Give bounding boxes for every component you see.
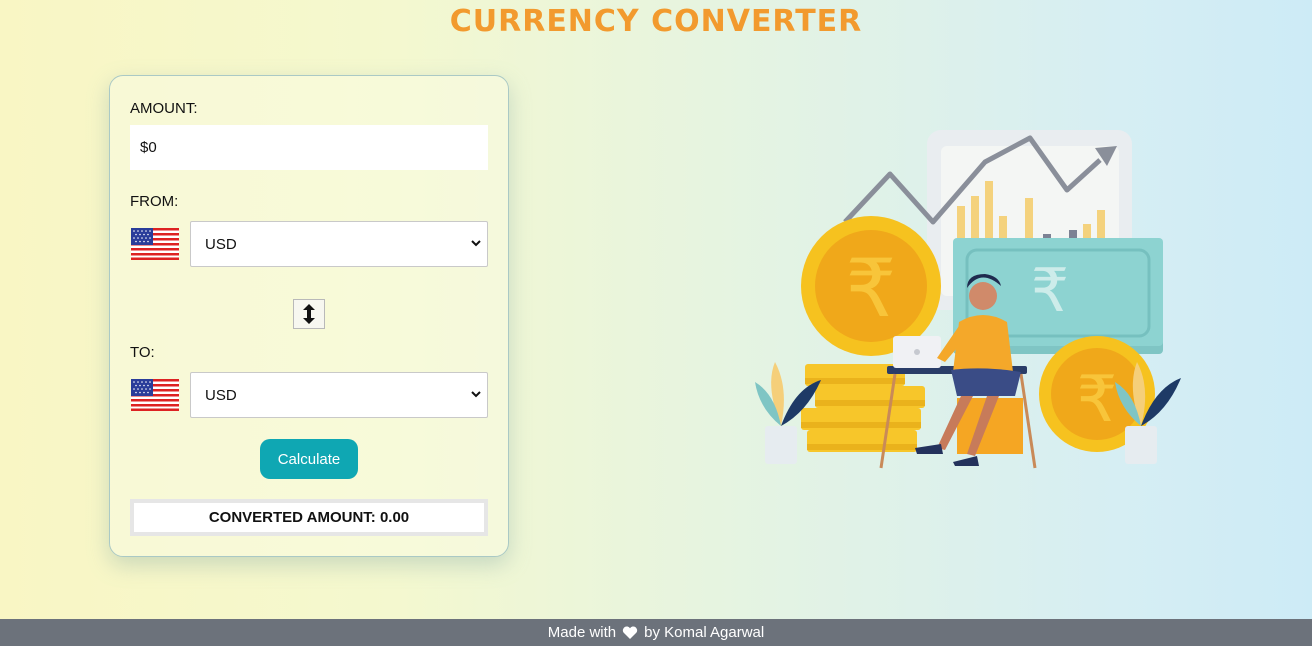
converter-card: AMOUNT: FROM: USD TO: [109, 75, 509, 557]
footer-made-with: Made with [547, 624, 617, 641]
us-flag-icon [131, 379, 179, 411]
to-currency-value: USD [205, 386, 237, 404]
page-title: CURRENCY CONVERTER [449, 4, 863, 39]
page-footer: Made with by Komal Agarwal [0, 619, 1312, 646]
chevron-down-icon [471, 391, 481, 398]
amount-label: AMOUNT: [130, 100, 198, 117]
to-label: TO: [130, 344, 155, 361]
currency-finance-illustration: ₹ ₹ ₹ [755, 130, 1181, 469]
svg-text:₹: ₹ [1077, 363, 1118, 437]
swap-currencies-button[interactable] [293, 299, 325, 329]
us-flag-icon [131, 228, 179, 260]
heart-icon [623, 625, 638, 639]
from-currency-select[interactable]: USD [190, 221, 488, 267]
svg-text:₹: ₹ [1031, 256, 1069, 326]
svg-text:₹: ₹ [846, 242, 897, 335]
amount-input[interactable] [130, 125, 488, 170]
from-label: FROM: [130, 193, 179, 210]
to-currency-select[interactable]: USD [190, 372, 488, 418]
from-currency-value: USD [205, 235, 237, 253]
footer-author: by Komal Agarwal [644, 624, 765, 641]
swap-vertical-icon [303, 304, 315, 324]
converted-amount-display: CONVERTED AMOUNT: 0.00 [130, 499, 488, 536]
chevron-down-icon [471, 240, 481, 247]
calculate-button[interactable]: Calculate [260, 439, 358, 479]
